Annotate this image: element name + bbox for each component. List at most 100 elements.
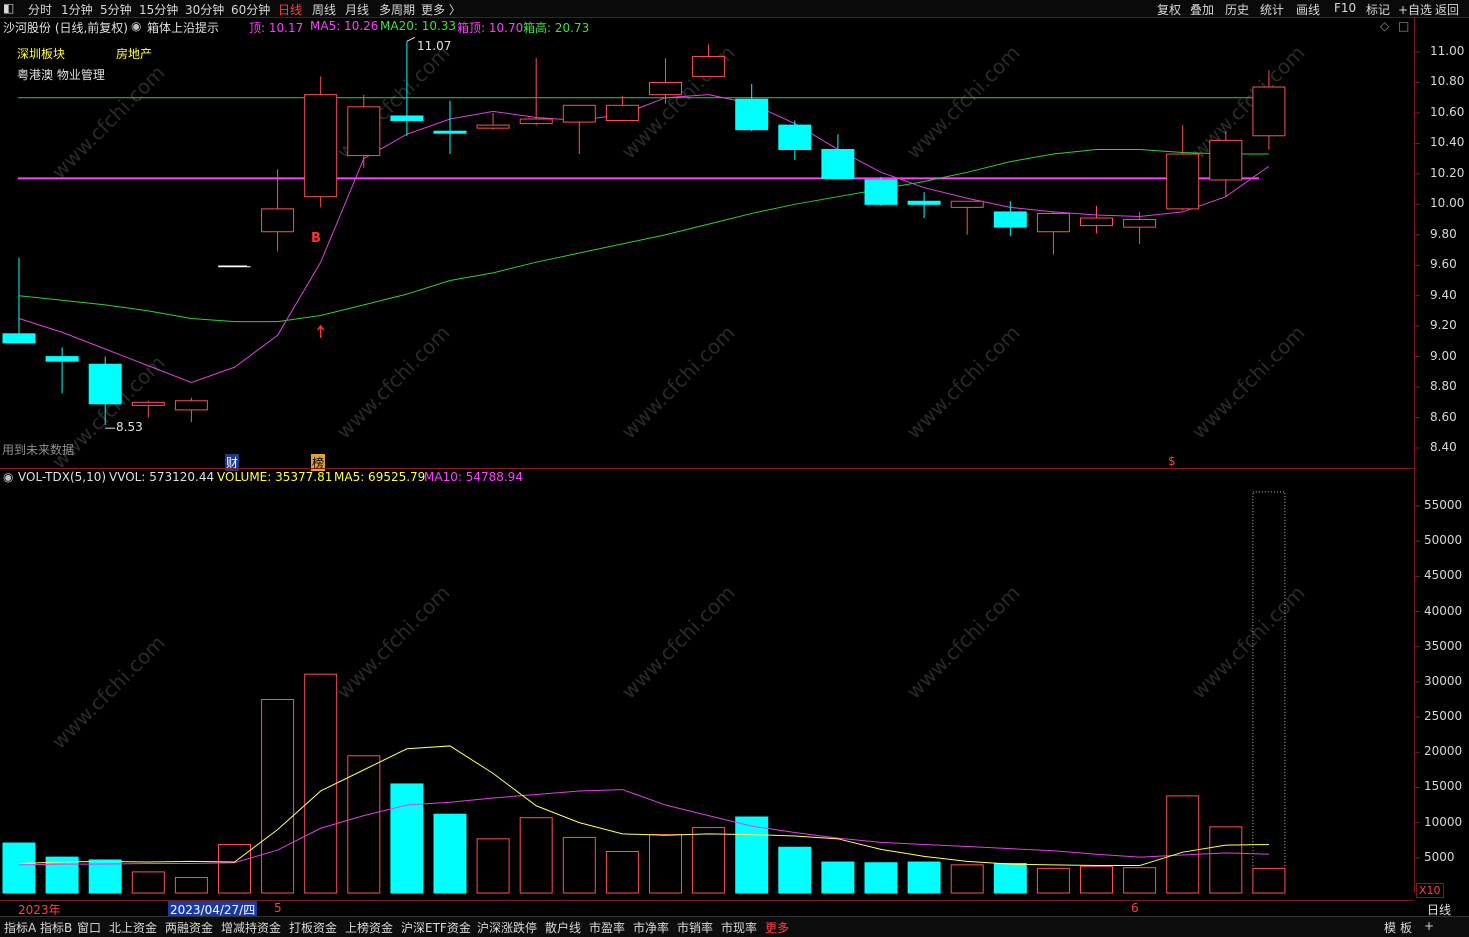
volume-bar[interactable] [1036,867,1070,894]
indicator-tab-10[interactable]: 散户线 [545,919,581,936]
volume-bar[interactable] [519,817,553,894]
date-axis[interactable]: 2023年 2023/04/27/四 5 6 日线 [0,900,1451,918]
sidebar-toggle-icon[interactable]: ◧ [3,1,14,15]
toolbar-item-4[interactable]: 30分钟 [185,1,224,18]
candle[interactable] [907,192,941,219]
volume-indicator-name[interactable]: VOL-TDX(5,10) [18,470,106,484]
panel-maximize-icon[interactable]: □ [1398,19,1409,33]
toolbar-item-6[interactable]: 日线 [278,1,302,18]
dollar-marker[interactable]: $ [1168,454,1176,468]
candle[interactable] [778,120,812,161]
candle[interactable] [519,58,553,126]
volume-bar[interactable] [390,783,424,894]
volume-bar[interactable] [993,862,1027,894]
toolbar-item-7[interactable]: 周线 [312,1,336,18]
toolbar-item-3[interactable]: 15分钟 [139,1,178,18]
toolbar-item-0[interactable]: 分时 [28,1,52,18]
candle[interactable] [1036,211,1070,255]
volume-bar[interactable] [605,850,639,894]
toolbar-item-9[interactable]: 多周期 [379,1,415,18]
toolbar-right-item-0[interactable]: 复权 [1157,1,1181,18]
toolbar-right-item-4[interactable]: 画线 [1296,1,1320,18]
bottom-right-control-2[interactable]: + [1424,919,1434,933]
candle[interactable] [821,134,855,179]
volume-bar[interactable] [1080,865,1113,894]
indicator-tab-15[interactable]: 更多 [765,919,789,936]
indicator-tab-6[interactable]: 打板资金 [289,919,337,936]
indicator-tab-4[interactable]: 两融资金 [165,919,213,936]
volume-bar[interactable] [864,862,898,894]
indicator-tab-12[interactable]: 市净率 [633,919,669,936]
toolbar-item-2[interactable]: 5分钟 [100,1,132,18]
candle[interactable] [562,104,596,155]
volume-bar[interactable] [778,846,812,894]
candle[interactable] [993,201,1027,237]
volume-bar[interactable] [2,842,36,894]
candle[interactable] [735,83,769,132]
toolbar-right-item-1[interactable]: 叠加 [1190,1,1214,18]
indicator-tab-8[interactable]: 沪深ETF资金 [401,919,471,936]
bottom-right-control-1[interactable]: 板 [1400,919,1412,936]
toolbar-right-item-3[interactable]: 统计 [1260,1,1284,18]
volume-toggle-icon[interactable]: ◉ [3,470,13,484]
indicator-tab-0[interactable]: 指标A [4,919,36,936]
candle[interactable] [950,200,984,235]
indicator-tab-1[interactable]: 指标B [40,919,72,936]
stock-title[interactable]: 沙河股份 (日线,前复权) [3,19,128,36]
indicator-tab-11[interactable]: 市盈率 [589,919,625,936]
price-axis[interactable] [1414,17,1415,893]
volume-bar[interactable] [476,838,510,894]
candle[interactable] [1080,205,1113,234]
volume-bar[interactable] [88,859,122,894]
volume-bar[interactable] [907,861,941,894]
indicator-tab-3[interactable]: 北上资金 [109,919,157,936]
candle[interactable] [45,347,79,394]
volume-bar[interactable] [304,673,338,894]
volume-bar[interactable] [1123,867,1157,894]
toolbar-item-1[interactable]: 1分钟 [61,1,93,18]
indicator-tab-7[interactable]: 上榜资金 [345,919,393,936]
candle[interactable] [476,112,510,130]
volume-bar[interactable] [218,843,251,894]
industry-tag[interactable]: 房地产 [116,45,152,62]
toolbar-right-item-5[interactable]: F10 [1334,1,1356,15]
indicator-tab-2[interactable]: 窗口 [77,919,101,936]
toolbar-right-item-7[interactable]: +自选 [1398,1,1432,18]
candle[interactable] [131,400,165,418]
indicator-tab-14[interactable]: 市现率 [721,919,757,936]
volume-bar[interactable] [1209,826,1243,894]
toolbar-item-5[interactable]: 60分钟 [231,1,270,18]
concept-tag[interactable]: 粤港澳 物业管理 [17,66,105,83]
indicator-toggle-icon[interactable]: ◉ [131,19,141,33]
panel-diamond-icon[interactable]: ◇ [1380,19,1389,33]
volume-bar[interactable] [950,864,984,894]
volume-bar[interactable] [1166,795,1200,894]
indicator-tab-9[interactable]: 沪深涨跌停 [477,919,537,936]
candle[interactable] [174,397,208,423]
toolbar-right-item-2[interactable]: 历史 [1225,1,1249,18]
volume-bar[interactable] [1252,867,1286,894]
board-tag[interactable]: 深圳板块 [17,45,65,62]
panel-divider[interactable] [0,468,1414,469]
candle[interactable] [1123,211,1157,244]
candle[interactable] [433,100,467,155]
candle[interactable] [1209,131,1243,197]
candle[interactable] [304,76,338,208]
toolbar-right-item-8[interactable]: 返回 [1435,1,1459,18]
candle[interactable] [864,176,898,206]
toolbar-item-8[interactable]: 月线 [345,1,369,18]
volume-bar[interactable] [347,755,381,894]
indicator-tab-5[interactable]: 增减持资金 [221,919,281,936]
volume-bar[interactable] [261,699,295,894]
volume-bar[interactable] [821,861,855,894]
volume-bar[interactable] [562,836,596,894]
toolbar-right-item-6[interactable]: 标记 [1366,1,1390,18]
candle[interactable] [605,96,639,122]
indicator-tab-13[interactable]: 市销率 [677,919,713,936]
candle[interactable] [261,169,295,252]
toolbar-item-10[interactable]: 更多 〉 [421,1,461,18]
volume-bar[interactable] [433,813,467,894]
volume-bar[interactable] [174,877,208,894]
bottom-right-control-0[interactable]: 模 [1384,919,1396,936]
volume-bar[interactable] [131,871,165,894]
